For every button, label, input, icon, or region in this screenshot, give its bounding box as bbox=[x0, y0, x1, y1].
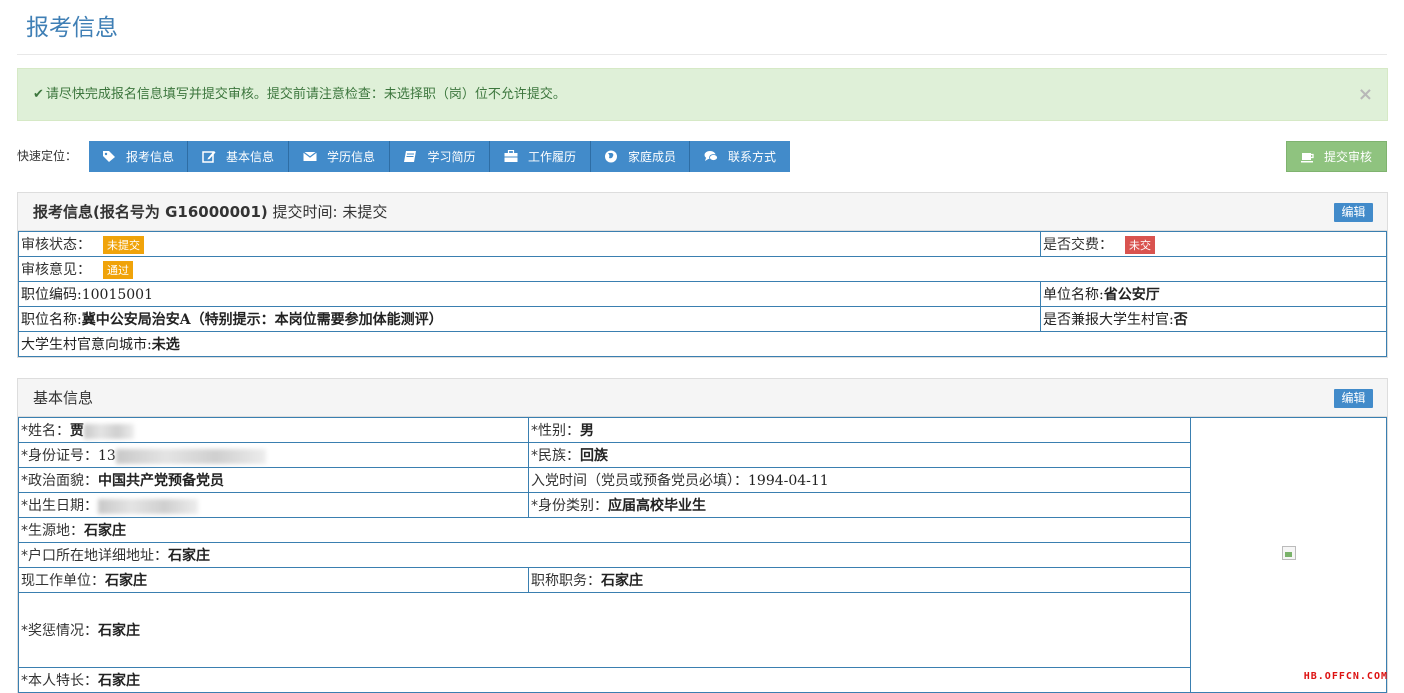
edit-apply-info-button[interactable]: 编辑 bbox=[1334, 203, 1373, 222]
site-watermark: HB.OFFCN.COM bbox=[1303, 671, 1388, 682]
quick-nav-basic-info[interactable]: 基本信息 bbox=[188, 141, 289, 172]
id-value: 13 bbox=[98, 448, 116, 464]
submit-review-button[interactable]: 提交审核 bbox=[1286, 141, 1387, 172]
political-value: 中国共产党预备党员 bbox=[98, 473, 224, 489]
book-icon bbox=[403, 150, 417, 163]
tag-icon bbox=[102, 150, 116, 163]
table-row: 职位名称:冀中公安局治安A（特别提示：本岗位需要参加体能测评） 是否兼报大学生村… bbox=[18, 306, 1387, 332]
notice-alert: ✔ 请尽快完成报名信息填写并提交审核。提交前请注意检查：未选择职（岗）位不允许提交… bbox=[17, 68, 1388, 121]
globe-icon bbox=[604, 150, 618, 163]
basic-info-title: 基本信息 bbox=[33, 389, 94, 407]
basic-info-panel: 基本信息 编辑 *姓名：贾 *性别：男 *身份证号：13 *民族：回族 *政治面… bbox=[17, 378, 1388, 693]
apply-info-header: 报考信息(报名号为 G16000001) 提交时间: 未提交 编辑 bbox=[18, 193, 1387, 231]
table-row: 大学生村官意向城市:未选 bbox=[18, 331, 1387, 357]
quick-nav: 报考信息 基本信息 学历信息 学习简历 工作履历 家庭成员 联系方式 bbox=[89, 141, 790, 172]
quick-nav-education[interactable]: 学历信息 bbox=[289, 141, 390, 172]
redacted-name bbox=[84, 423, 134, 439]
title-duty-value: 石家庄 bbox=[601, 573, 643, 589]
hukou-value: 石家庄 bbox=[168, 548, 210, 564]
close-icon[interactable]: × bbox=[1358, 69, 1373, 120]
envelope-icon bbox=[303, 150, 317, 163]
table-row: 现工作单位：石家庄 职称职务：石家庄 bbox=[18, 567, 1387, 593]
quick-nav-label: 快速定位： bbox=[17, 149, 78, 163]
page-title: 报考信息 bbox=[26, 15, 118, 41]
edit-icon bbox=[202, 150, 216, 163]
apply-info-table: 审核状态： 未提交 是否交费： 未交 审核意见： 通过 职位编码:10015001 单… bbox=[18, 231, 1387, 357]
table-row: *出生日期： *身份类别：应届高校毕业生 bbox=[18, 492, 1387, 518]
alert-message: 请尽快完成报名信息填写并提交审核。提交前请注意检查：未选择职（岗）位不允许提交。 bbox=[45, 87, 566, 102]
edit-basic-info-button[interactable]: 编辑 bbox=[1334, 389, 1373, 408]
quick-nav-study-resume[interactable]: 学习简历 bbox=[390, 141, 490, 172]
briefcase-icon bbox=[504, 149, 518, 163]
comments-icon bbox=[704, 150, 718, 163]
rewards-value: 石家庄 bbox=[98, 623, 140, 639]
review-opinion-badge: 通过 bbox=[103, 261, 133, 279]
table-row: *本人特长：石家庄 bbox=[18, 667, 1387, 693]
quick-nav-work-history[interactable]: 工作履历 bbox=[490, 141, 591, 172]
identity-value: 应届高校毕业生 bbox=[608, 498, 706, 514]
apply-info-title: 报考信息(报名号为 G16000001) bbox=[33, 203, 268, 221]
table-row: 审核意见： 通过 bbox=[18, 256, 1387, 282]
position-name: 冀中公安局治安A（特别提示：本岗位需要参加体能测评） bbox=[81, 312, 443, 328]
photo-placeholder-icon bbox=[1281, 546, 1296, 560]
photo-cell bbox=[1190, 417, 1387, 693]
gender-value: 男 bbox=[580, 423, 594, 439]
name-value: 贾 bbox=[70, 423, 84, 439]
paid-status-badge: 未交 bbox=[1125, 236, 1155, 254]
title-divider bbox=[17, 54, 1387, 55]
ethnicity-value: 回族 bbox=[580, 448, 608, 464]
coffee-icon bbox=[1300, 151, 1315, 163]
table-row: *奖惩情况：石家庄 bbox=[18, 592, 1387, 668]
table-row: *姓名：贾 *性别：男 bbox=[18, 417, 1387, 693]
table-row: 审核状态： 未提交 是否交费： 未交 bbox=[18, 231, 1387, 257]
basic-info-table: *姓名：贾 *性别：男 *身份证号：13 *民族：回族 *政治面貌：中国共产党预… bbox=[18, 417, 1387, 693]
apply-info-panel: 报考信息(报名号为 G16000001) 提交时间: 未提交 编辑 审核状态：未… bbox=[17, 192, 1388, 358]
redacted-birthdate bbox=[98, 498, 198, 514]
table-row: *身份证号：13 *民族：回族 bbox=[18, 442, 1387, 468]
party-date-value: 1994-04-11 bbox=[748, 473, 829, 489]
work-unit-value: 石家庄 bbox=[105, 573, 147, 589]
village-official: 否 bbox=[1173, 312, 1188, 328]
submit-time: 提交时间: 未提交 bbox=[267, 203, 388, 221]
table-row: *户口所在地详细地址：石家庄 bbox=[18, 542, 1387, 568]
village-city: 未选 bbox=[151, 337, 180, 353]
basic-info-header: 基本信息 编辑 bbox=[18, 379, 1387, 417]
table-row: *政治面貌：中国共产党预备党员 入党时间（党员或预备党员必填）：1994-04-… bbox=[18, 467, 1387, 493]
redacted-id bbox=[115, 448, 266, 464]
check-icon: ✔ bbox=[33, 87, 44, 102]
quick-nav-family[interactable]: 家庭成员 bbox=[591, 141, 690, 172]
review-status-badge: 未提交 bbox=[103, 236, 144, 254]
table-row: 职位编码:10015001 单位名称:省公安厅 bbox=[18, 281, 1387, 307]
quick-nav-apply-info[interactable]: 报考信息 bbox=[89, 141, 188, 172]
position-code: 10015001 bbox=[81, 287, 153, 303]
origin-value: 石家庄 bbox=[84, 523, 126, 539]
table-row: *生源地：石家庄 bbox=[18, 517, 1387, 543]
unit-name: 省公安厅 bbox=[1103, 287, 1160, 303]
quick-nav-contact[interactable]: 联系方式 bbox=[690, 141, 790, 172]
